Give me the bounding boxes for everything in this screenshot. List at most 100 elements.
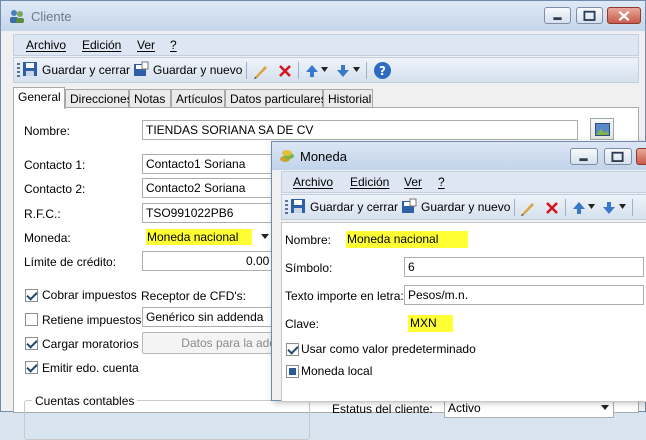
minimize-button[interactable]	[544, 7, 571, 24]
tab-historial[interactable]: Historial	[323, 89, 373, 108]
help-icon[interactable]: ?	[373, 61, 392, 80]
save-new-label: Guardar y nuevo	[153, 63, 243, 77]
moneda-menu-ver[interactable]: Ver	[404, 175, 422, 189]
retiene-impuestos-checkbox[interactable]	[25, 313, 38, 326]
chevron-down-icon	[261, 234, 269, 239]
toolbar-separator	[514, 199, 515, 216]
moneda-close-button[interactable]	[636, 148, 646, 165]
clave-label: Clave:	[285, 317, 320, 331]
toolbar-grip[interactable]	[17, 63, 20, 78]
menu-archivo[interactable]: Archivo	[26, 38, 66, 52]
moneda-minimize-button[interactable]	[570, 148, 598, 165]
moneda-toolbar: Guardar y cerrar Guardar y nuevo	[281, 194, 646, 220]
arrow-up-icon[interactable]	[304, 62, 320, 80]
toolbar-separator	[632, 199, 633, 216]
pencil-icon[interactable]	[519, 199, 537, 217]
moneda-local-label: Moneda local	[301, 364, 373, 378]
texto-importe-label: Texto importe en letra:	[285, 289, 404, 303]
toolbar-separator	[565, 199, 566, 216]
chevron-down-icon[interactable]	[619, 204, 626, 210]
image-button[interactable]	[590, 118, 614, 140]
moneda-nombre-value: Moneda nacional	[346, 231, 469, 248]
tab-direcciones[interactable]: Direcciones	[65, 89, 133, 108]
moneda-form: Nombre: Moneda nacional Símbolo: 6 Texto…	[281, 222, 646, 402]
save-close-button[interactable]: Guardar y cerrar	[22, 61, 130, 80]
window-title: Cliente	[31, 9, 72, 24]
moneda-local-checkbox[interactable]	[286, 365, 299, 378]
toolbar-grip[interactable]	[285, 200, 288, 215]
save-new-icon	[134, 61, 149, 76]
texto-importe-field[interactable]: Pesos/m.n.	[404, 285, 644, 305]
moneda-window-title: Moneda	[300, 149, 347, 164]
contacto2-label: Contacto 2:	[24, 182, 86, 196]
menu-help[interactable]: ?	[170, 38, 177, 52]
toolbar-separator	[366, 62, 367, 79]
chevron-down-icon[interactable]	[353, 67, 360, 73]
emitir-edo-cuenta-label: Emitir edo. cuenta	[42, 361, 139, 375]
menu-ver[interactable]: Ver	[137, 38, 155, 52]
save-new-button[interactable]: Guardar y nuevo	[133, 61, 242, 80]
chevron-down-icon[interactable]	[321, 67, 328, 73]
moneda-nombre-label: Nombre:	[285, 233, 332, 247]
contacto1-label: Contacto 1:	[24, 158, 86, 172]
rfc-label: R.F.C.:	[24, 207, 61, 221]
moneda-menu-archivo[interactable]: Archivo	[293, 175, 333, 189]
arrow-up-icon[interactable]	[571, 199, 587, 217]
maximize-button[interactable]	[576, 7, 603, 24]
nombre-label: Nombre:	[24, 124, 71, 138]
clave-field[interactable]: MXN	[404, 313, 644, 333]
pencil-icon[interactable]	[252, 62, 270, 80]
toolbar: Guardar y cerrar Guardar y nuevo ?	[13, 57, 639, 83]
simbolo-field[interactable]: 6	[404, 257, 644, 277]
moneda-menu-edicion[interactable]: Edición	[350, 175, 389, 189]
close-button[interactable]	[607, 7, 641, 24]
menu-edicion[interactable]: Edición	[82, 38, 121, 52]
cargar-moratorios-label: Cargar moratorios	[42, 337, 139, 351]
predeterminado-label: Usar como valor predeterminado	[301, 342, 476, 356]
minimize-icon	[579, 158, 588, 162]
estatus-value: Activo	[448, 401, 481, 415]
arrow-down-icon[interactable]	[601, 199, 617, 217]
moneda-nombre-field[interactable]: Moneda nacional	[342, 229, 642, 249]
maximize-icon	[583, 10, 596, 21]
picture-icon	[595, 123, 610, 136]
arrow-down-icon[interactable]	[335, 62, 351, 80]
cobrar-impuestos-checkbox[interactable]	[25, 289, 38, 302]
minimize-icon	[553, 17, 562, 21]
toolbar-separator	[298, 62, 299, 79]
tab-datos-particulares[interactable]: Datos particulares	[225, 89, 327, 108]
moneda-menubar: Archivo Edición Ver ?	[281, 171, 646, 193]
cliente-titlebar[interactable]: Cliente	[1, 1, 645, 31]
nombre-field[interactable]: TIENDAS SORIANA SA DE CV	[142, 120, 578, 140]
moneda-menu-help[interactable]: ?	[438, 175, 445, 189]
save-icon	[291, 199, 305, 213]
chevron-down-icon[interactable]	[588, 204, 595, 210]
moneda-save-close-button[interactable]: Guardar y cerrar	[290, 198, 398, 217]
moneda-maximize-button[interactable]	[604, 148, 632, 165]
delete-icon[interactable]	[543, 199, 561, 217]
money-icon	[280, 150, 294, 162]
emitir-edo-cuenta-checkbox[interactable]	[25, 361, 38, 374]
tab-general[interactable]: General	[13, 87, 65, 109]
simbolo-label: Símbolo:	[285, 261, 333, 275]
save-close-label: Guardar y cerrar	[42, 63, 131, 77]
people-icon	[10, 10, 24, 23]
delete-icon[interactable]	[276, 62, 294, 80]
moneda-save-new-button[interactable]: Guardar y nuevo	[401, 198, 510, 217]
cobrar-impuestos-label: Cobrar impuestos	[42, 288, 137, 302]
moneda-window: Moneda Archivo Edición Ver ? Guardar y c…	[271, 141, 646, 402]
close-icon	[618, 10, 630, 22]
cargar-moratorios-checkbox[interactable]	[25, 337, 38, 350]
receptor-label: Receptor de CFD's:	[141, 289, 246, 303]
chevron-down-icon	[601, 405, 609, 410]
tab-notas[interactable]: Notas	[129, 89, 171, 108]
limite-label: Límite de crédito:	[24, 255, 117, 269]
moneda-titlebar[interactable]: Moneda	[272, 142, 646, 170]
cuentas-contables-title: Cuentas contables	[32, 394, 138, 408]
estatus-label: Estatus del cliente:	[332, 402, 433, 416]
predeterminado-checkbox[interactable]	[286, 343, 299, 356]
tab-articulos[interactable]: Artículos	[171, 89, 225, 108]
menubar: Archivo Edición Ver ?	[13, 34, 639, 56]
toolbar-separator	[246, 62, 247, 79]
save-icon	[23, 62, 37, 76]
